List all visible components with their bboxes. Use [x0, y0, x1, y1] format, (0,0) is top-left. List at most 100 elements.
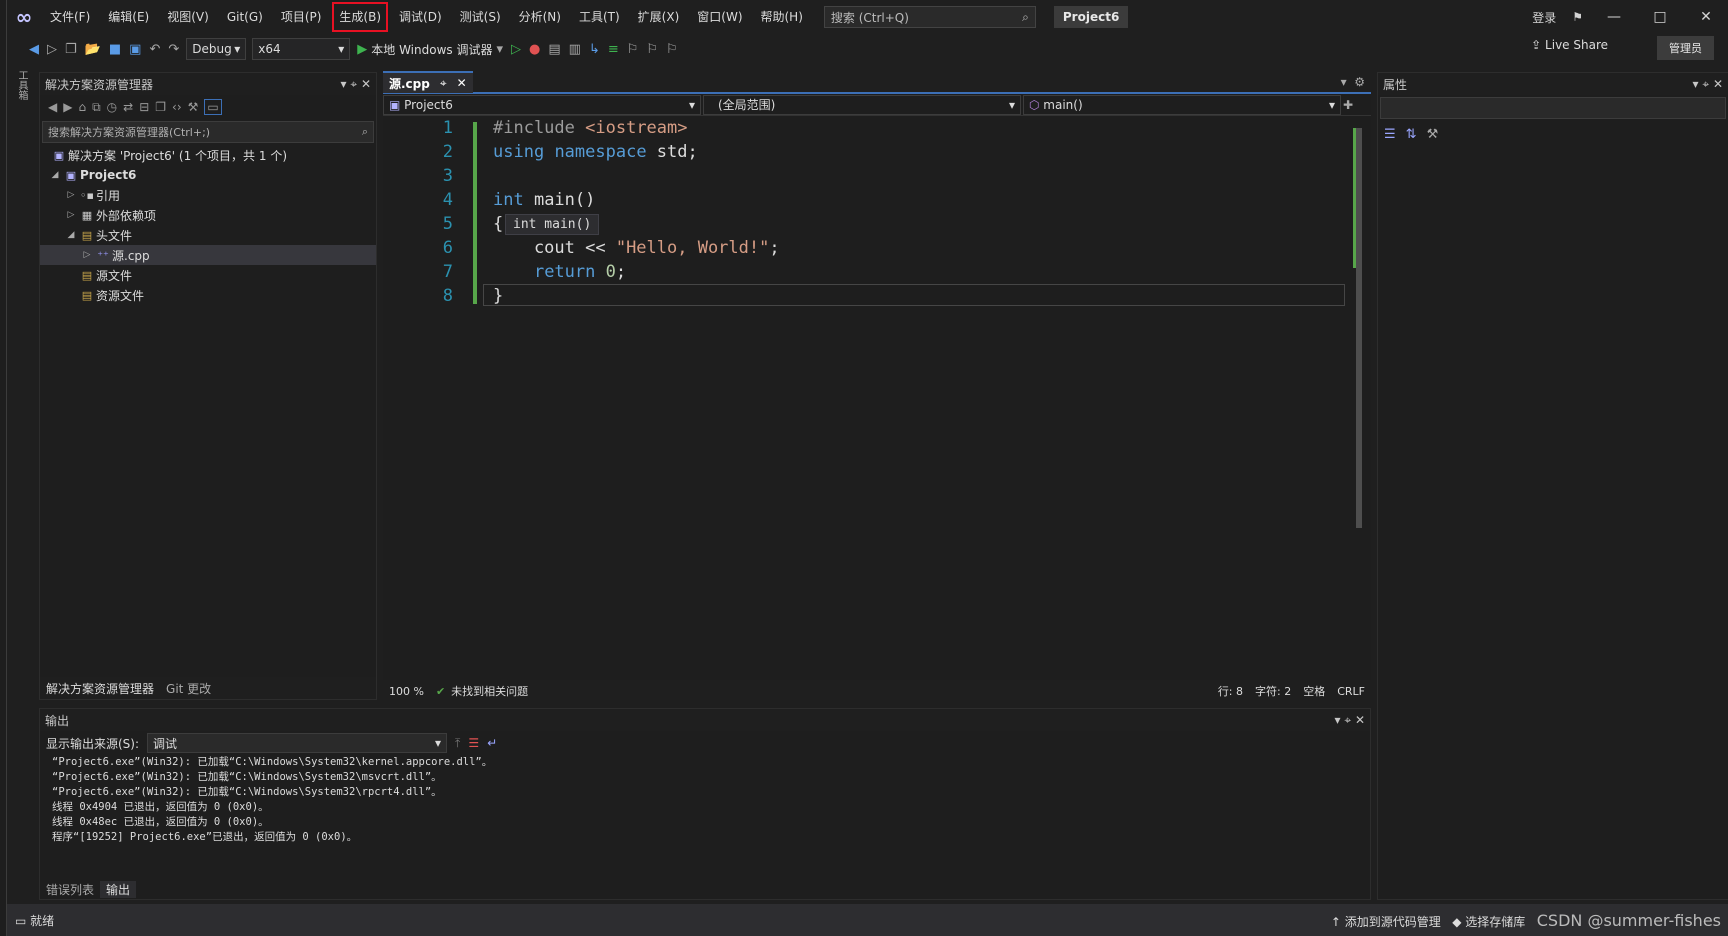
step-icon[interactable]: ↳	[585, 42, 604, 57]
menu-item[interactable]: 工具(T)	[570, 0, 629, 34]
chevron-down-icon: ▾	[435, 736, 442, 750]
collapse-icon[interactable]: ⊟	[139, 100, 149, 114]
menu-item[interactable]: Git(G)	[218, 0, 272, 34]
props-object-dropdown[interactable]	[1380, 97, 1726, 119]
tree-item-resource-files[interactable]: ▤ 资源文件	[40, 285, 376, 305]
line-ending[interactable]: CRLF	[1331, 685, 1371, 698]
menu-item[interactable]: 编辑(E)	[99, 0, 158, 34]
editor-tab-menu-icons[interactable]: ▾ ⚙	[1341, 75, 1371, 89]
scroll-thumb[interactable]	[1356, 128, 1362, 528]
output-text[interactable]: “Project6.exe”(Win32): 已加载“C:\Windows\Sy…	[40, 755, 1370, 845]
tab-source-cpp[interactable]: 源.cpp ⌖ ✕	[383, 71, 473, 93]
minimize-button[interactable]: —	[1591, 9, 1637, 25]
maximize-button[interactable]: □	[1637, 9, 1683, 25]
switch-view-icon[interactable]: ⧉	[92, 100, 101, 115]
property-pages-icon[interactable]: ⚒	[1427, 127, 1439, 142]
goto-prev-icon[interactable]: ⤒	[455, 736, 460, 751]
categorized-icon[interactable]: ☰	[1384, 127, 1396, 142]
alphabetical-icon[interactable]: ⇅	[1406, 127, 1417, 142]
wrench-icon[interactable]: ⚒	[188, 100, 199, 114]
history-icon[interactable]: ◷	[107, 100, 117, 114]
chevron-down-icon[interactable]: ▾	[492, 42, 507, 57]
redo-icon[interactable]: ↷	[164, 42, 183, 57]
menu-item[interactable]: 生成(B)	[330, 0, 390, 34]
save-all-icon[interactable]: ▣	[125, 42, 145, 57]
menu-item[interactable]: 测试(S)	[451, 0, 510, 34]
back-icon[interactable]: ◀	[48, 100, 57, 114]
live-share-button[interactable]: ⇪ Live Share	[1531, 38, 1608, 52]
tab-solution-explorer[interactable]: 解决方案资源管理器	[40, 680, 160, 697]
code-icon[interactable]: ‹›	[172, 100, 182, 114]
close-button[interactable]: ✕	[1683, 9, 1728, 25]
pin-icon[interactable]: ⌖	[440, 76, 447, 91]
se-search-input[interactable]: 搜索解决方案资源管理器(Ctrl+;) ⌕	[42, 121, 374, 143]
search-box[interactable]: 搜索 (Ctrl+Q) ⌕	[823, 6, 1036, 28]
menu-item[interactable]: 扩展(X)	[629, 0, 689, 34]
zoom-dropdown[interactable]: 100 %	[383, 685, 430, 698]
tree-item-source-cpp[interactable]: ▷ ⁺⁺ 源.cpp	[40, 245, 376, 265]
line-number: 8	[442, 286, 453, 306]
tree-item-external-deps[interactable]: ▷ ▦ 外部依赖项	[40, 205, 376, 225]
output-source-dropdown[interactable]: 调试 ▾	[147, 733, 448, 753]
project-icon: ▣	[65, 168, 77, 182]
open-icon[interactable]: 📂	[81, 42, 105, 57]
tree-item-headers[interactable]: ◢ ▤ 头文件	[40, 225, 376, 245]
window-icon[interactable]: ▥	[565, 42, 585, 57]
login-link[interactable]: 登录	[1524, 9, 1564, 26]
nav-scope-dropdown[interactable]: (全局范围) ▾	[703, 94, 1021, 115]
expanded-icon: ◢	[67, 230, 75, 240]
menu-item[interactable]: 视图(V)	[158, 0, 218, 34]
forward-icon[interactable]: ▷	[43, 42, 61, 57]
select-repo[interactable]: 选择存储库	[1465, 915, 1525, 929]
feedback-icon[interactable]: ⚑	[1564, 10, 1591, 24]
tab-error-list[interactable]: 错误列表	[40, 881, 100, 898]
back-icon[interactable]: ◀	[25, 42, 43, 57]
toolbox-tab[interactable]: 工具箱	[15, 70, 29, 110]
run-icon[interactable]: ▶	[353, 42, 371, 57]
close-icon[interactable]: ✕	[457, 76, 467, 90]
clear-all-icon[interactable]: ☰	[468, 736, 479, 750]
menu-item[interactable]: 项目(P)	[272, 0, 331, 34]
menu-item[interactable]: 分析(N)	[510, 0, 570, 34]
tree-item-source-files[interactable]: ▤ 源文件	[40, 265, 376, 285]
bookmark-icon[interactable]: ⚐	[623, 42, 643, 57]
hot-reload-icon[interactable]: ●	[525, 42, 544, 57]
split-icon[interactable]: ✚	[1343, 98, 1353, 112]
add-source-control[interactable]: 添加到源代码管理	[1345, 915, 1441, 929]
nav-project-dropdown[interactable]: ▣ Project6 ▾	[383, 94, 701, 115]
code-area[interactable]: 1 2 3 4 5 6 7 8 #include <iostream> usin…	[383, 116, 1371, 672]
comment-icon[interactable]: ≡	[604, 42, 623, 57]
issues-status[interactable]: 未找到相关问题	[451, 683, 534, 699]
show-all-icon[interactable]: ❐	[155, 100, 166, 114]
save-icon[interactable]: ■	[105, 42, 125, 57]
chevron-down-icon: ▾	[1328, 97, 1335, 112]
config-dropdown[interactable]: Debug ▾	[186, 38, 247, 60]
bookmark-prev-icon[interactable]: ⚐	[642, 42, 662, 57]
folder-icon[interactable]: ▤	[544, 42, 564, 57]
sync-icon[interactable]: ⇄	[123, 100, 133, 114]
run-button-label[interactable]: 本地 Windows 调试器	[371, 41, 492, 58]
tab-git-changes[interactable]: Git 更改	[160, 680, 217, 697]
menu-item[interactable]: 文件(F)	[41, 0, 99, 34]
tab-output[interactable]: 输出	[100, 880, 137, 898]
new-project-icon[interactable]: ❐	[61, 42, 81, 57]
output-header: 输出 ▾ ⌖ ✕	[40, 709, 1370, 731]
menu-item[interactable]: 窗口(W)	[688, 0, 751, 34]
menu-item[interactable]: 调试(D)	[390, 0, 451, 34]
bookmark-next-icon[interactable]: ⚐	[662, 42, 682, 57]
editor-scrollbar[interactable]	[1353, 120, 1365, 650]
undo-icon[interactable]: ↶	[145, 42, 164, 57]
tree-item-project[interactable]: ◢ ▣ Project6	[40, 165, 376, 185]
whitespace-mode[interactable]: 空格	[1297, 683, 1331, 699]
nav-function-dropdown[interactable]: ⬡ main() ▾	[1023, 94, 1341, 115]
preview-icon[interactable]: ▭	[204, 99, 222, 115]
word-wrap-icon[interactable]: ↵	[487, 736, 497, 750]
forward-icon[interactable]: ▶	[63, 100, 72, 114]
tree-item-solution[interactable]: ▣ 解决方案 'Project6' (1 个项目，共 1 个)	[40, 145, 376, 165]
status-icon: ▭	[15, 913, 31, 928]
start-without-debug-icon[interactable]: ▷	[507, 42, 525, 57]
home-icon[interactable]: ⌂	[78, 100, 86, 114]
menu-item[interactable]: 帮助(H)	[752, 0, 812, 34]
tree-item-references[interactable]: ▷ ◦▪ 引用	[40, 185, 376, 205]
platform-dropdown[interactable]: x64 ▾	[252, 38, 351, 60]
